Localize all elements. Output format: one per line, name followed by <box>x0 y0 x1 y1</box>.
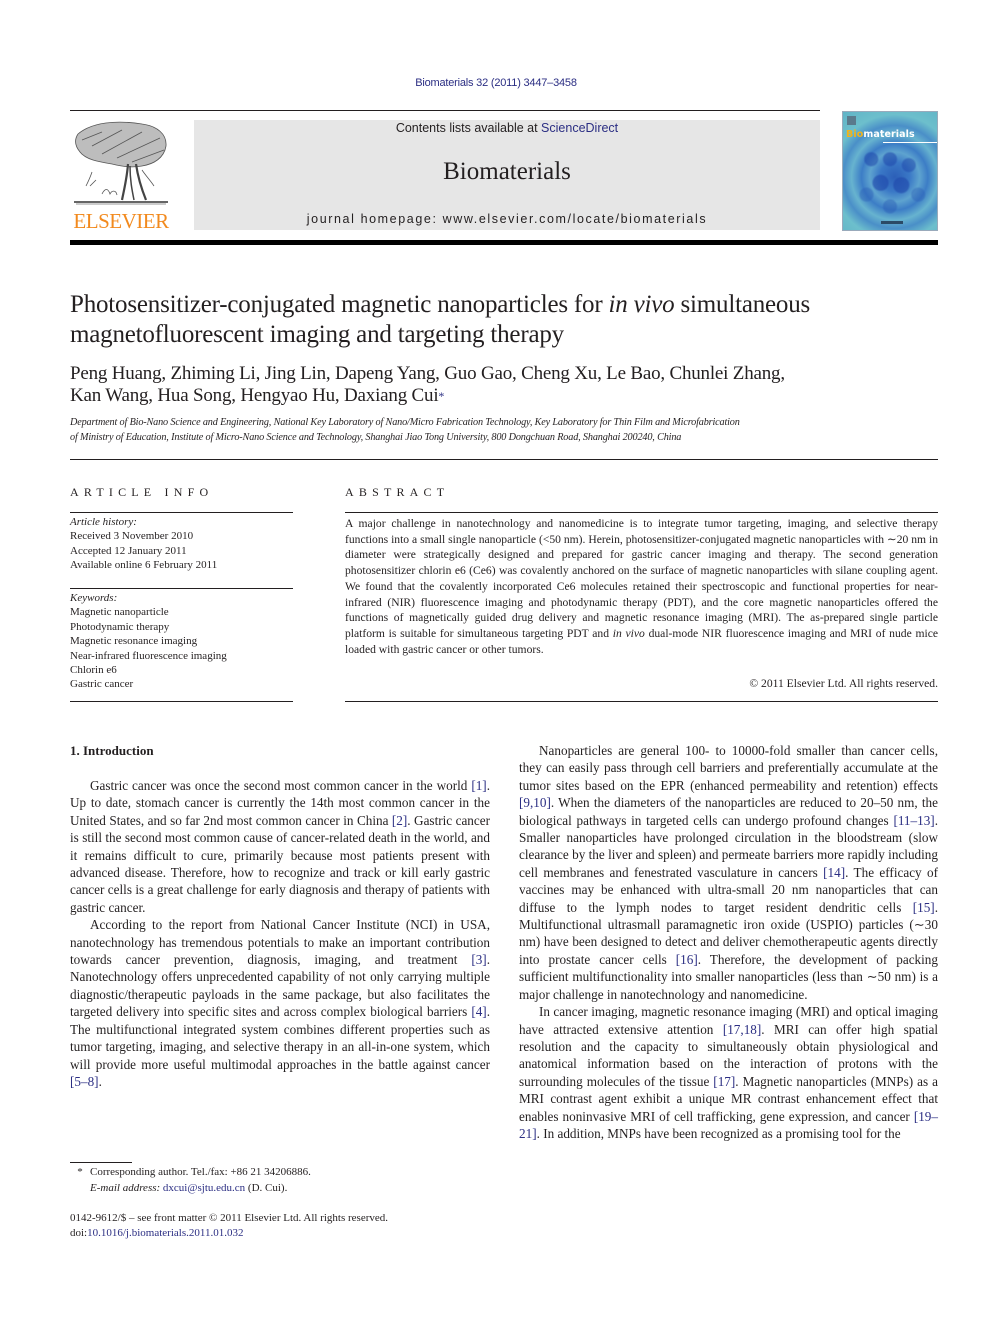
article-info-heading: ARTICLE INFO <box>70 485 214 499</box>
reference-link[interactable]: [11–13] <box>893 813 934 828</box>
elsevier-logo[interactable]: ELSEVIER <box>70 120 172 232</box>
paragraph-text: . Gastric cancer is still the second mos… <box>70 812 490 915</box>
history-label: Article history: <box>70 516 137 528</box>
info-divider <box>70 701 293 702</box>
history-accepted: Accepted 12 January 2011 <box>70 544 187 557</box>
footnote-corresponding: * Corresponding author. Tel./fax: +86 21 … <box>77 1166 311 1178</box>
journal-cover-thumbnail[interactable]: Biomaterials <box>842 111 938 231</box>
cover-title: Biomaterials <box>846 129 915 140</box>
keyword-item: Magnetic nanoparticle <box>70 606 169 619</box>
reference-link[interactable]: [17] <box>713 1074 735 1089</box>
header-thick-divider <box>70 240 938 245</box>
top-divider <box>70 110 820 111</box>
paragraph-text: . <box>98 1073 102 1089</box>
citation-link[interactable]: Biomaterials 32 (2011) 3447–3458 <box>415 77 577 89</box>
affiliation: Department of Bio-Nano Science and Engin… <box>70 417 740 443</box>
body-column-right: Nanoparticles are general 100- to 10000-… <box>519 742 938 1142</box>
email-link[interactable]: dxcui@sjtu.edu.cn <box>163 1182 245 1194</box>
paragraph: According to the report from National Ca… <box>70 916 490 1090</box>
keyword-item: Photodynamic therapy <box>70 620 170 633</box>
contents-prefix: Contents lists available at <box>395 121 542 135</box>
reference-link[interactable]: [17,18] <box>723 1022 761 1037</box>
abstract-divider <box>345 701 938 702</box>
reference-link[interactable]: [1] <box>471 778 486 793</box>
history-online: Available online 6 February 2011 <box>70 559 218 572</box>
reference-link[interactable]: [16] <box>676 952 698 967</box>
article-title: Photosensitizer-conjugated magnetic nano… <box>70 291 811 348</box>
sciencedirect-link[interactable]: ScienceDirect <box>541 121 618 135</box>
title-divider <box>70 459 938 460</box>
cover-divider <box>883 142 937 143</box>
keyword-item: Chlorin e6 <box>70 664 117 677</box>
reference-link[interactable]: [3] <box>471 952 486 967</box>
paragraph-text: . When the diameters of the nanoparticle… <box>519 795 938 828</box>
reference-link[interactable]: [2] <box>392 813 407 828</box>
elsevier-wordmark: ELSEVIER <box>73 209 169 233</box>
reference-link[interactable]: [14] <box>823 865 845 880</box>
paragraph: Nanoparticles are general 100- to 10000-… <box>519 742 938 1003</box>
abstract-divider <box>345 512 938 513</box>
paragraph-text: Nanoparticles are general 100- to 10000-… <box>519 743 938 793</box>
abstract-heading: ABSTRACT <box>345 485 450 499</box>
doi-link[interactable]: 10.1016/j.biomaterials.2011.01.032 <box>87 1227 243 1239</box>
doi-line: doi:10.1016/j.biomaterials.2011.01.032 <box>70 1227 244 1239</box>
article-history: Article history: Received 3 November 201… <box>70 515 295 573</box>
reference-link[interactable]: [15] <box>913 900 935 915</box>
corresponding-author-link[interactable]: * <box>438 389 444 403</box>
journal-banner: Contents lists available at ScienceDirec… <box>194 120 820 230</box>
info-divider <box>70 512 293 513</box>
reference-link[interactable]: [5–8] <box>70 1074 99 1089</box>
section-heading-introduction: 1. Introduction <box>70 743 154 758</box>
history-received: Received 3 November 2010 <box>70 530 194 543</box>
abstract-body: A major challenge in nanotechnology and … <box>345 517 938 656</box>
journal-homepage-link[interactable]: journal homepage: www.elsevier.com/locat… <box>194 212 820 226</box>
front-matter: 0142-9612/$ – see front matter © 2011 El… <box>70 1211 510 1241</box>
abstract-copyright: © 2011 Elsevier Ltd. All rights reserved… <box>749 677 938 690</box>
paragraph: In cancer imaging, magnetic resonance im… <box>519 1003 938 1142</box>
elsevier-tree-icon <box>74 121 168 205</box>
keyword-item: Magnetic resonance imaging <box>70 635 198 648</box>
contents-line: Contents lists available at ScienceDirec… <box>194 120 820 135</box>
body-column-left: Gastric cancer was once the second most … <box>70 777 490 1090</box>
keywords-label: Keywords: <box>70 592 118 604</box>
info-divider <box>70 588 293 589</box>
footnote-email: E-mail address: dxcui@sjtu.edu.cn (D. Cu… <box>90 1181 288 1194</box>
authors-line-2: Kan Wang, Hua Song, Hengyao Hu, Daxiang … <box>70 385 445 406</box>
footnote-divider <box>70 1162 132 1163</box>
paragraph: Gastric cancer was once the second most … <box>70 777 490 916</box>
journal-citation[interactable]: Biomaterials 32 (2011) 3447–3458 <box>0 77 992 89</box>
footnote: * Corresponding author. Tel./fax: +86 21 … <box>70 1165 490 1196</box>
paragraph-text: . In addition, MNPs have been recognized… <box>536 1125 901 1141</box>
issn-line: 0142-9612/$ – see front matter © 2011 El… <box>70 1212 389 1224</box>
paragraph-text: Gastric cancer was once the second most … <box>90 778 472 793</box>
reference-link[interactable]: [4] <box>471 1004 486 1019</box>
author-list: Peng Huang, Zhiming Li, Jing Lin, Dapeng… <box>70 363 930 407</box>
keywords: Keywords: Magnetic nanoparticle Photodyn… <box>70 591 295 692</box>
authors-line-1: Peng Huang, Zhiming Li, Jing Lin, Dapeng… <box>70 363 785 384</box>
cover-publisher-icon <box>847 116 856 125</box>
reference-link[interactable]: [9,10] <box>519 795 551 810</box>
keyword-item: Gastric cancer <box>70 678 134 691</box>
journal-name: Biomaterials <box>443 158 571 185</box>
cover-footer-mark <box>881 221 903 224</box>
paragraph-text: According to the report from National Ca… <box>70 917 490 968</box>
keyword-item: Near-infrared fluorescence imaging <box>70 649 227 662</box>
